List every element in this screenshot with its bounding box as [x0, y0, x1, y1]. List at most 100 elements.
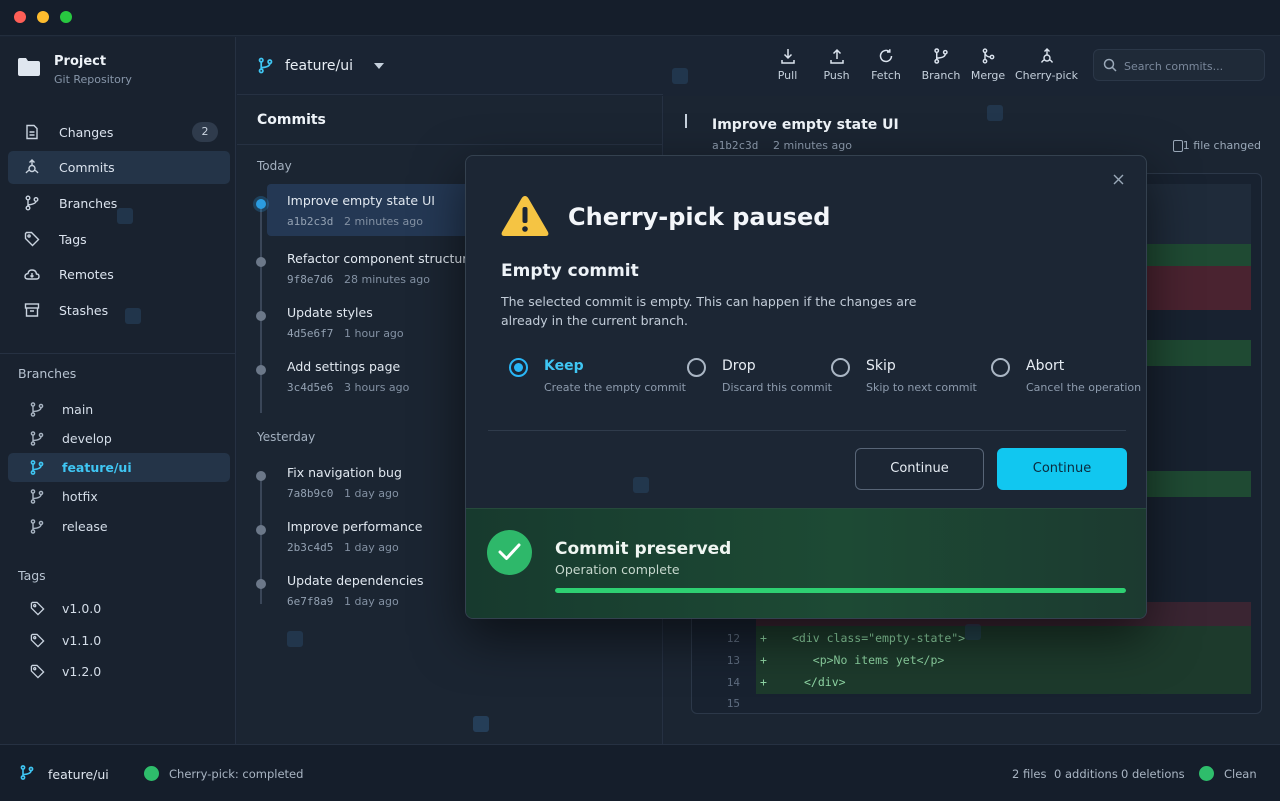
option-label: Skip [866, 358, 896, 374]
branch-icon [30, 402, 44, 417]
diff-code: <div class="empty-state"> [792, 631, 966, 645]
branch-item-feature-ui[interactable]: feature/ui [8, 453, 230, 482]
tag-item-v1-0-0[interactable]: v1.0.0 [8, 594, 230, 623]
minimize-window-button[interactable] [37, 11, 49, 23]
push-button[interactable]: Push [819, 44, 854, 90]
search-icon [1103, 58, 1117, 72]
branch-item-hotfix[interactable]: hotfix [8, 482, 230, 511]
commit-dot [256, 257, 266, 267]
option-abort[interactable]: Abort Cancel the operation [991, 356, 1141, 400]
nav-item-changes[interactable]: Changes 2 [8, 116, 230, 149]
commit-dot [256, 365, 266, 375]
tag-icon [30, 601, 45, 616]
overlay-icon [287, 631, 303, 647]
tag-label: v1.0.0 [62, 601, 102, 616]
nav-item-stashes[interactable]: Stashes [8, 294, 230, 327]
radio-button[interactable] [687, 358, 706, 377]
merge-icon [969, 48, 1007, 64]
merge-button[interactable]: Merge [969, 44, 1007, 90]
tag-label: v1.2.0 [62, 664, 102, 679]
tag-item-v1-1-0[interactable]: v1.1.0 [8, 626, 230, 655]
status-branch[interactable]: feature/ui [48, 767, 109, 782]
continue-primary-button[interactable]: Continue [997, 448, 1127, 490]
success-banner: Commit preserved Operation complete [466, 508, 1146, 618]
git-client-window: Project Git Repository Changes 2 Commits… [0, 0, 1280, 801]
radio-button[interactable] [991, 358, 1010, 377]
commit-hash: 3c4d5e6 [287, 381, 334, 394]
option-keep[interactable]: Keep Create the empty commit [509, 356, 686, 400]
fetch-button[interactable]: Fetch [868, 44, 904, 90]
overlay-icon [473, 716, 489, 732]
branch-icon [30, 519, 44, 534]
commit-dot [256, 199, 266, 209]
operation-status: Cherry-pick: completed [169, 767, 304, 781]
radio-button[interactable] [831, 358, 850, 377]
branch-item-main[interactable]: main [8, 395, 230, 424]
folder-icon [17, 57, 41, 77]
collapse-indicator[interactable] [685, 114, 690, 128]
branch-label: develop [62, 431, 112, 446]
nav-item-commits[interactable]: Commits [8, 151, 230, 184]
nav-item-remotes[interactable]: Remotes [8, 258, 230, 291]
divider [488, 430, 1126, 431]
current-branch-name: feature/ui [285, 58, 354, 74]
diff-sign: + [760, 675, 767, 689]
overlay-icon [117, 208, 133, 224]
dialog-title: Cherry-pick paused [568, 203, 831, 231]
project-header[interactable]: Project Git Repository [0, 37, 236, 99]
branch-label: feature/ui [62, 460, 132, 475]
continue-secondary-button[interactable]: Continue [855, 448, 984, 490]
option-skip[interactable]: Skip Skip to next commit [831, 356, 981, 400]
branch-button[interactable]: Branch [920, 44, 962, 90]
branch-selector[interactable]: feature/ui [237, 37, 663, 95]
search-input[interactable] [1124, 56, 1258, 76]
tag-icon [30, 664, 45, 679]
dialog-subtitle: Empty commit [501, 261, 639, 281]
branch-item-release[interactable]: release [8, 512, 230, 541]
commit-time: 1 day ago [344, 487, 399, 500]
overlay-icon [965, 624, 981, 640]
tag-item-v1-2-0[interactable]: v1.2.0 [8, 657, 230, 686]
commit-message: Add settings page [287, 359, 401, 374]
status-bar: feature/ui Cherry-pick: completed 2 file… [0, 744, 1280, 801]
option-label: Drop [722, 358, 756, 374]
option-description: Create the empty commit [544, 381, 686, 394]
close-window-button[interactable] [14, 11, 26, 23]
detail-hash: a1b2c3d [712, 139, 759, 152]
commit-time: 1 hour ago [344, 327, 404, 340]
diff-sign: + [760, 631, 767, 645]
clean-status-dot-icon [1199, 766, 1214, 781]
nav-item-label: Branches [59, 196, 118, 211]
maximize-window-button[interactable] [60, 11, 72, 23]
commit-message: Fix navigation bug [287, 465, 402, 480]
option-description: Skip to next commit [866, 381, 977, 394]
branch-item-develop[interactable]: develop [8, 424, 230, 453]
branch-label: release [62, 519, 108, 534]
radio-button[interactable] [509, 358, 528, 377]
project-name: Project [54, 54, 107, 69]
pull-icon [770, 48, 805, 64]
nav-item-tags[interactable]: Tags [8, 223, 230, 256]
push-icon [819, 48, 854, 64]
nav-item-label: Changes [59, 125, 114, 140]
tag-icon [24, 231, 40, 247]
nav-item-label: Stashes [59, 303, 109, 318]
toolbar-label: Fetch [871, 69, 901, 82]
commit-hash: 6e7f8a9 [287, 595, 334, 608]
close-icon[interactable] [1113, 174, 1124, 185]
commit-message: Improve performance [287, 519, 423, 534]
search-box[interactable] [1093, 49, 1265, 81]
line-number: 15 [726, 697, 740, 710]
commit-message: Update dependencies [287, 573, 424, 588]
commit-hash: 2b3c4d5 [287, 541, 334, 554]
pull-button[interactable]: Pull [770, 44, 805, 90]
commit-dot [256, 471, 266, 481]
progress-bar [555, 588, 1126, 593]
warning-icon [500, 194, 550, 238]
commits-icon [24, 159, 40, 175]
files-count: 2 files [1012, 767, 1047, 781]
overlay-icon [633, 477, 649, 493]
cherry-pick-button[interactable]: Cherry-pick [1015, 44, 1078, 90]
option-drop[interactable]: Drop Discard this commit [687, 356, 832, 400]
detail-time: 2 minutes ago [773, 139, 852, 152]
